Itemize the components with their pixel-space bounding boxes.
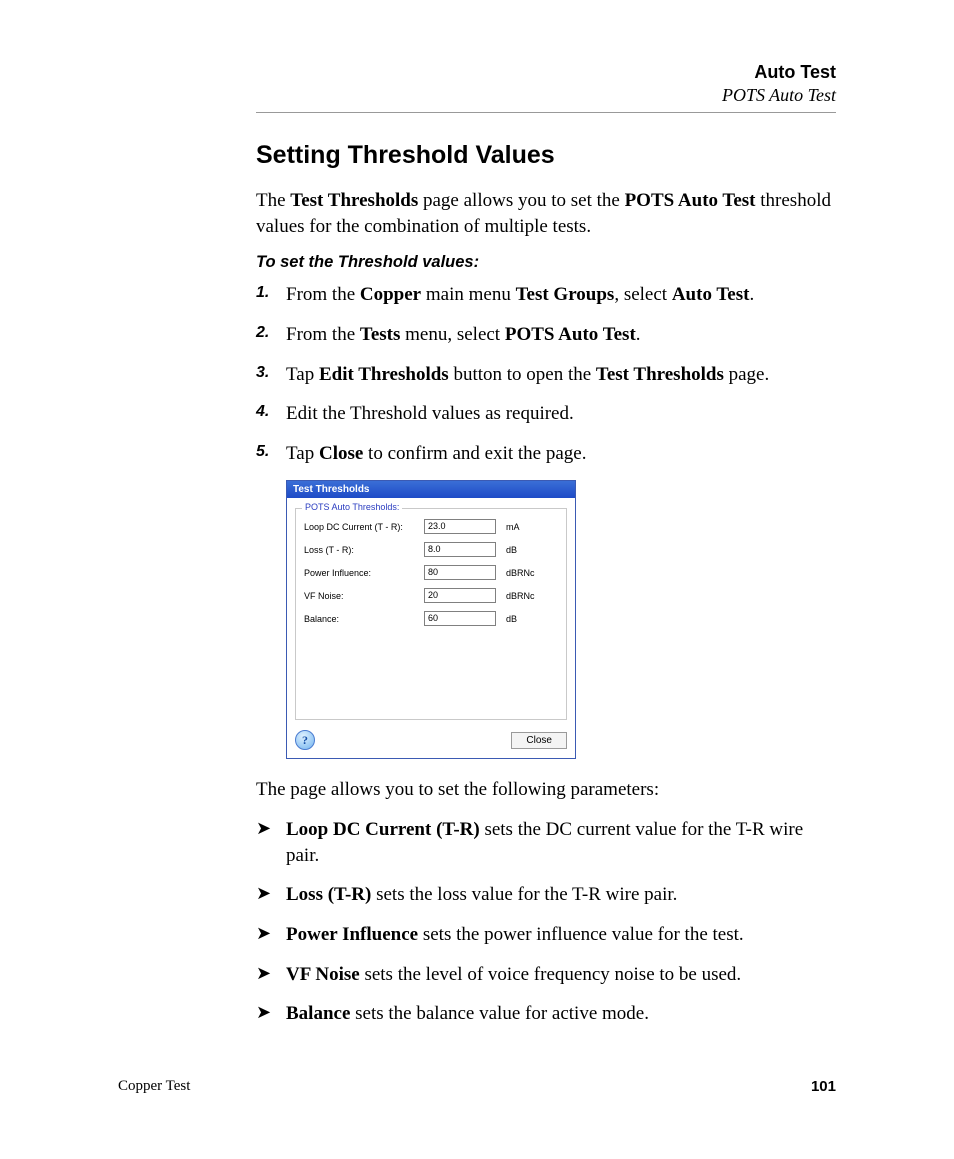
lead-paragraph: The Test Thresholds page allows you to s… [256, 188, 836, 239]
step-1: 1. From the Copper main menu Test Groups… [256, 282, 836, 308]
help-icon[interactable]: ? [295, 730, 315, 750]
input-loop-dc[interactable]: 23.0 [424, 519, 496, 534]
parameters-list: ➤Loop DC Current (T-R) sets the DC curre… [256, 817, 836, 1027]
row-power-influence: Power Influence: 80 dBRNc [304, 565, 558, 580]
row-loss: Loss (T - R): 8.0 dB [304, 542, 558, 557]
thresholds-group: POTS Auto Thresholds: Loop DC Current (T… [295, 508, 567, 720]
page-heading: Setting Threshold Values [256, 141, 836, 170]
step-4: 4. Edit the Threshold values as required… [256, 401, 836, 427]
param-vf-noise: ➤VF Noise sets the level of voice freque… [256, 962, 836, 988]
parameters-intro: The page allows you to set the following… [256, 777, 836, 803]
header-rule [256, 112, 836, 113]
step-2: 2. From the Tests menu, select POTS Auto… [256, 322, 836, 348]
screenshot-figure: Test Thresholds POTS Auto Thresholds: Lo… [286, 480, 836, 759]
input-loss[interactable]: 8.0 [424, 542, 496, 557]
unit-balance: dB [496, 614, 546, 624]
footer-section: Copper Test [118, 1078, 190, 1095]
group-legend: POTS Auto Thresholds: [302, 502, 402, 512]
input-balance[interactable]: 60 [424, 611, 496, 626]
arrow-icon: ➤ [256, 819, 286, 837]
input-vf-noise[interactable]: 20 [424, 588, 496, 603]
label-vf-noise: VF Noise: [304, 591, 424, 601]
dialog-titlebar: Test Thresholds [287, 481, 575, 498]
unit-vf-noise: dBRNc [496, 591, 546, 601]
running-header: Auto Test POTS Auto Test [256, 62, 836, 113]
unit-loop-dc: mA [496, 522, 546, 532]
procedure-list: 1. From the Copper main menu Test Groups… [256, 282, 836, 466]
row-balance: Balance: 60 dB [304, 611, 558, 626]
arrow-icon: ➤ [256, 1003, 286, 1021]
step-3: 3. Tap Edit Thresholds button to open th… [256, 362, 836, 388]
param-power-influence: ➤Power Influence sets the power influenc… [256, 922, 836, 948]
arrow-icon: ➤ [256, 924, 286, 942]
page-footer: Copper Test 101 [118, 1078, 836, 1095]
page-number: 101 [811, 1078, 836, 1095]
procedure-subhead: To set the Threshold values: [256, 253, 836, 272]
label-loop-dc: Loop DC Current (T - R): [304, 522, 424, 532]
arrow-icon: ➤ [256, 884, 286, 902]
close-button[interactable]: Close [511, 732, 567, 749]
row-vf-noise: VF Noise: 20 dBRNc [304, 588, 558, 603]
step-5: 5. Tap Close to confirm and exit the pag… [256, 441, 836, 467]
header-title: Auto Test [256, 62, 836, 83]
header-subtitle: POTS Auto Test [256, 85, 836, 106]
dialog-window: Test Thresholds POTS Auto Thresholds: Lo… [286, 480, 576, 759]
row-loop-dc: Loop DC Current (T - R): 23.0 mA [304, 519, 558, 534]
param-loss: ➤Loss (T-R) sets the loss value for the … [256, 882, 836, 908]
dialog-button-bar: ? Close [287, 724, 575, 758]
unit-loss: dB [496, 545, 546, 555]
label-loss: Loss (T - R): [304, 545, 424, 555]
label-power-influence: Power Influence: [304, 568, 424, 578]
arrow-icon: ➤ [256, 964, 286, 982]
param-loop-dc: ➤Loop DC Current (T-R) sets the DC curre… [256, 817, 836, 868]
label-balance: Balance: [304, 614, 424, 624]
param-balance: ➤Balance sets the balance value for acti… [256, 1001, 836, 1027]
input-power-influence[interactable]: 80 [424, 565, 496, 580]
unit-power-influence: dBRNc [496, 568, 546, 578]
